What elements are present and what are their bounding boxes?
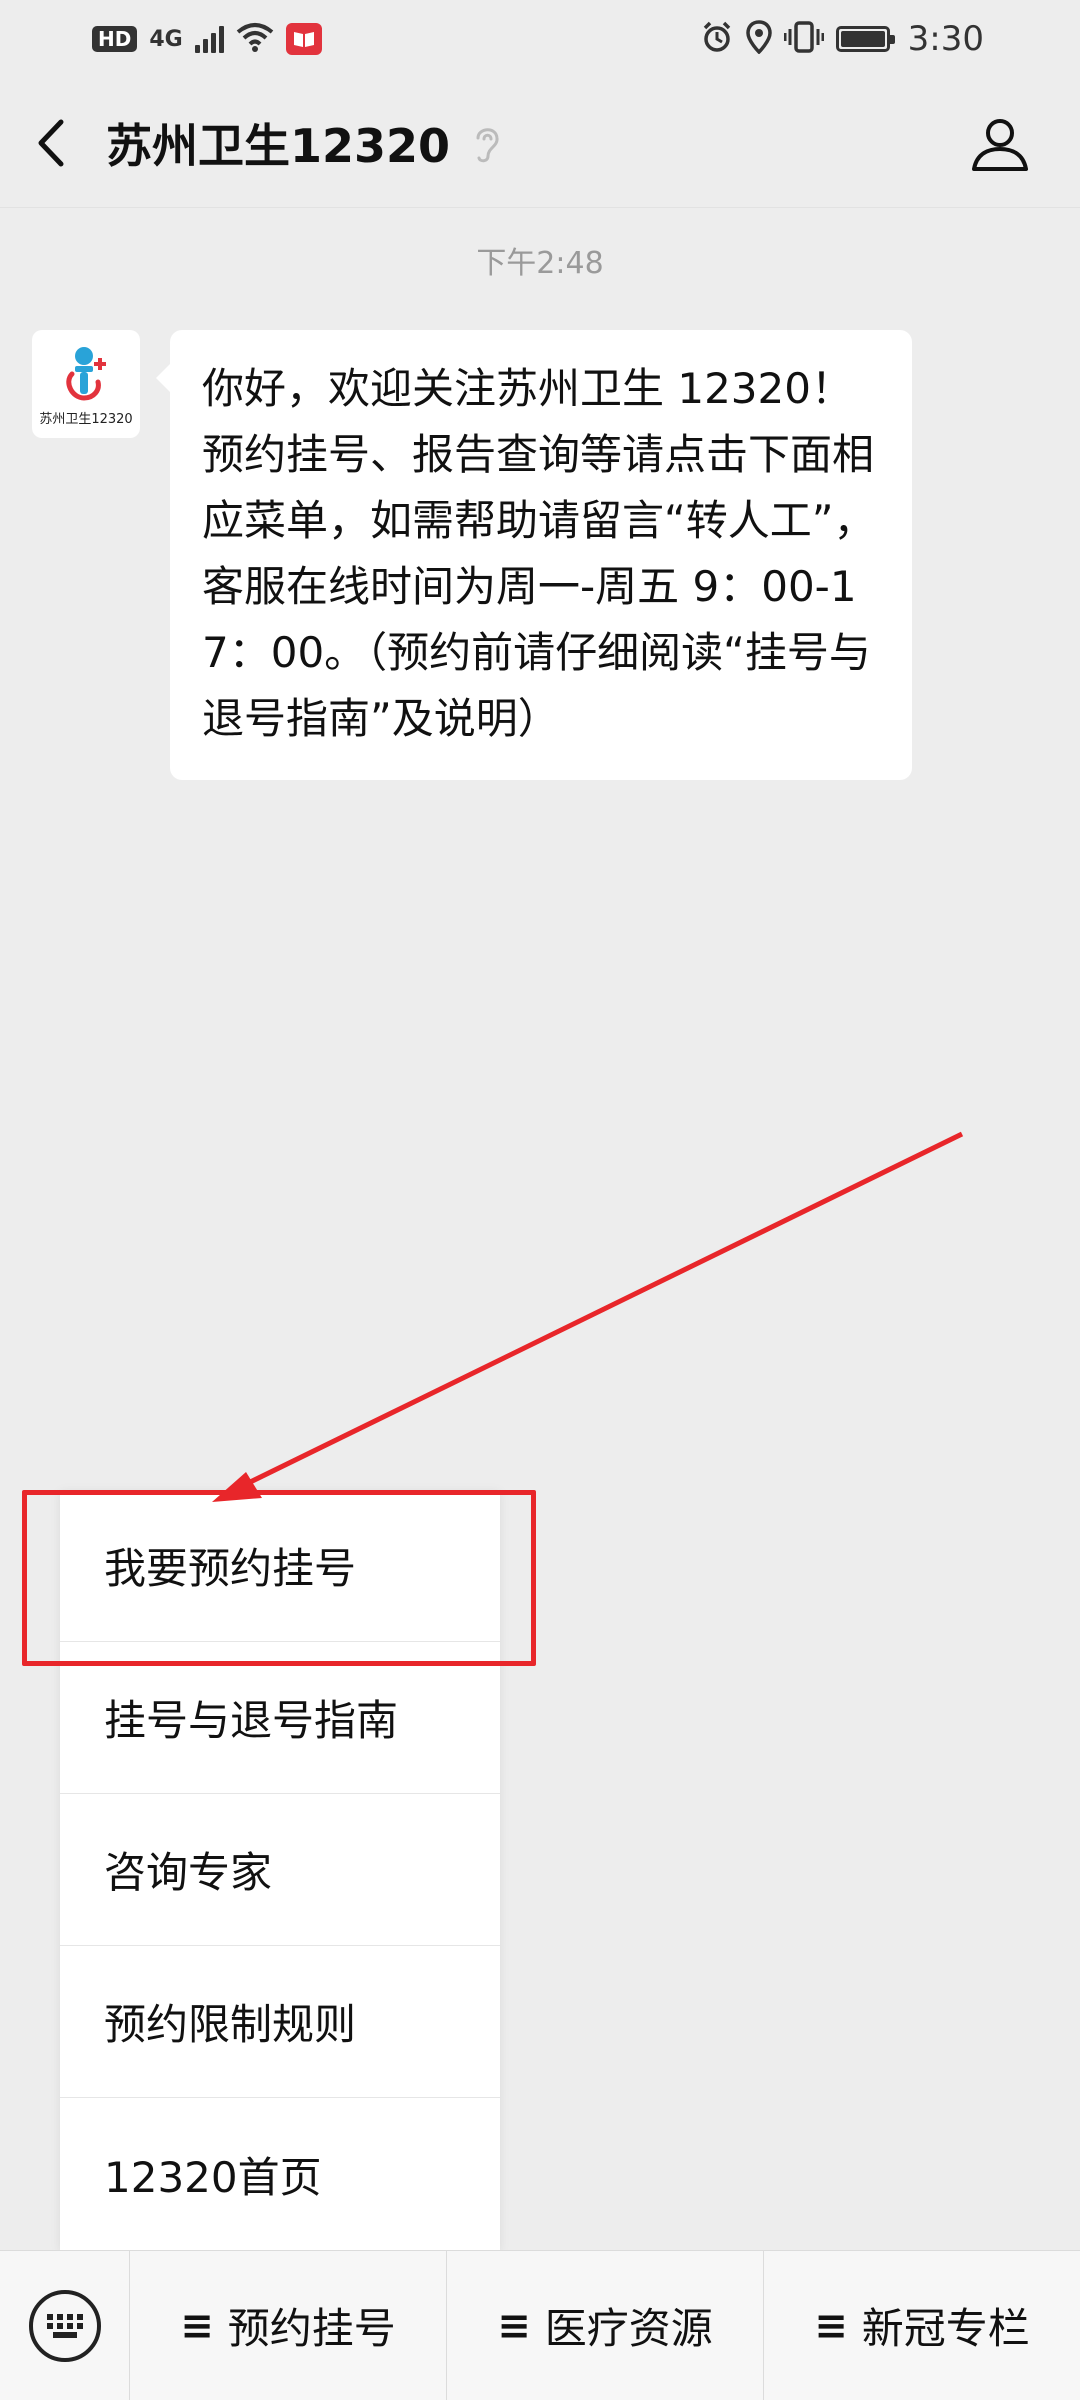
- menu-item-consult-expert[interactable]: 咨询专家: [60, 1794, 500, 1946]
- page-title: 苏州卫生12320: [106, 118, 451, 173]
- menu-item-home[interactable]: 12320首页: [60, 2098, 500, 2250]
- ear-icon: [472, 122, 502, 164]
- status-right: 3:30: [700, 19, 984, 59]
- message-bubble[interactable]: 你好，欢迎关注苏州卫生 12320！预约挂号、报告查询等请点击下面相应菜单，如需…: [156, 330, 912, 780]
- menu-item-booking-rules[interactable]: 预约限制规则: [60, 1946, 500, 2098]
- network-type: 4G: [149, 26, 183, 52]
- wifi-icon: [236, 22, 274, 56]
- back-button[interactable]: [0, 78, 100, 208]
- title-bar: 苏州卫生12320: [0, 78, 1080, 208]
- avatar[interactable]: 苏州卫生12320: [32, 330, 140, 438]
- battery-icon: [835, 26, 895, 52]
- status-bar: HD 4G 3:30: [0, 0, 1080, 78]
- annotation-highlight-box: [22, 1490, 536, 1666]
- message-text: 你好，欢迎关注苏州卫生 12320！预约挂号、报告查询等请点击下面相应菜单，如需…: [202, 364, 876, 743]
- status-left: HD 4G: [92, 22, 322, 56]
- menu-lines-icon: ≡: [814, 2302, 848, 2349]
- chevron-left-icon: [38, 119, 64, 166]
- tab-booking[interactable]: ≡ 预约挂号: [130, 2250, 447, 2400]
- tab-medical-resources-label: 医疗资源: [544, 2304, 713, 2353]
- keyboard-icon: [28, 2289, 101, 2362]
- tab-booking-label: 预约挂号: [227, 2304, 396, 2353]
- avatar-label: 苏州卫生12320: [39, 411, 133, 427]
- tab-medical-resources[interactable]: ≡ 医疗资源: [447, 2250, 764, 2400]
- screen: HD 4G 3:30 苏州卫生12320 下午2:48 苏州卫生12320 你好…: [0, 0, 1080, 2400]
- tab-covid-column-label: 新冠专栏: [861, 2304, 1030, 2353]
- profile-button[interactable]: [964, 108, 1036, 180]
- menu-lines-icon: ≡: [180, 2302, 214, 2349]
- hd-badge: HD: [92, 26, 138, 52]
- location-icon: [745, 20, 772, 58]
- signal-icon: [194, 25, 224, 53]
- message-timestamp: 下午2:48: [476, 246, 604, 281]
- vibrate-icon: [783, 20, 825, 58]
- status-time: 3:30: [907, 19, 984, 59]
- user-icon: [972, 119, 1028, 171]
- logo-icon: [66, 346, 106, 401]
- menu-lines-icon: ≡: [497, 2302, 531, 2349]
- book-app-icon: [285, 23, 322, 55]
- alarm-icon: [700, 20, 734, 58]
- bottom-menu-bar: ≡ 预约挂号 ≡ 医疗资源 ≡ 新冠专栏: [0, 2250, 1080, 2400]
- keyboard-toggle-button[interactable]: [0, 2250, 130, 2400]
- tab-covid-column[interactable]: ≡ 新冠专栏: [764, 2251, 1080, 2400]
